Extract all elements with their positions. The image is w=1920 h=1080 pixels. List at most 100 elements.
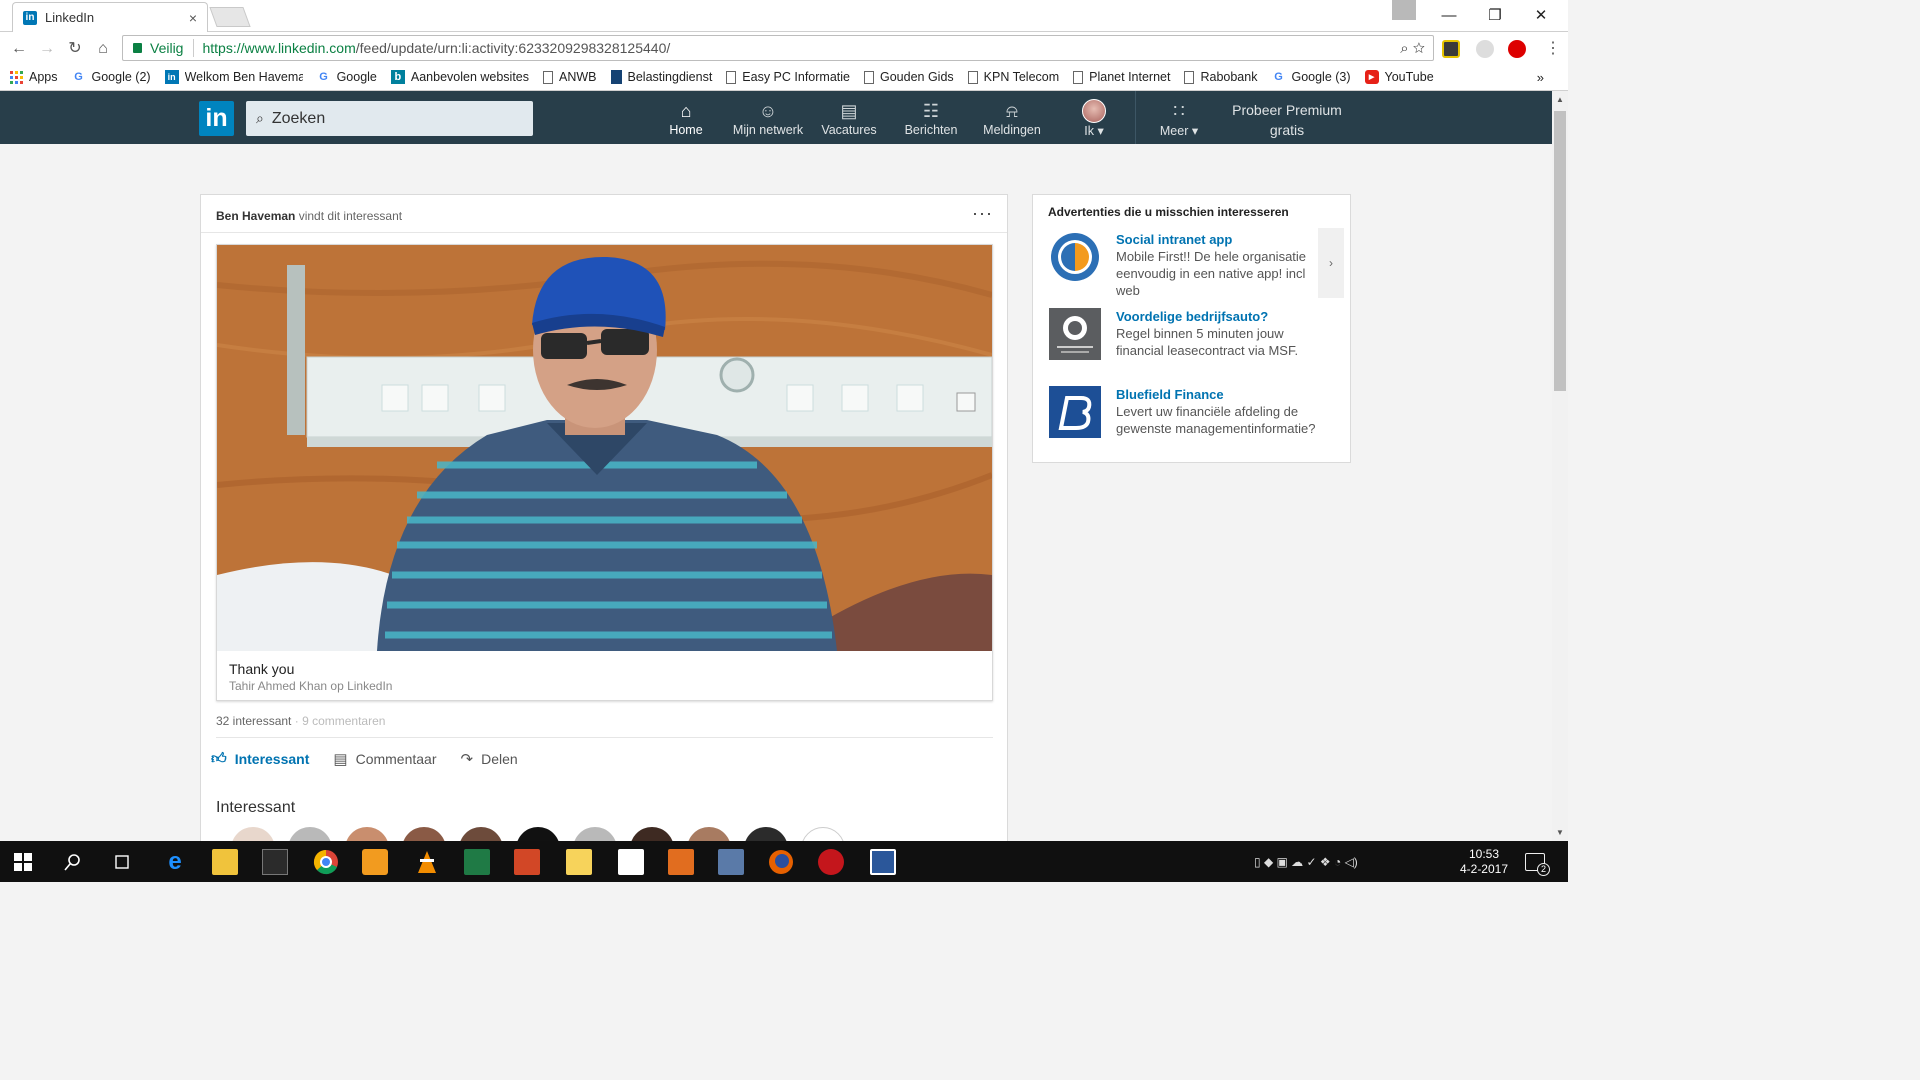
task-view-icon[interactable] (112, 853, 132, 871)
share-arrow-icon: ↷ (460, 751, 474, 768)
bookmark-google-3[interactable]: G Google (3) (1271, 70, 1350, 84)
linkedin-logo[interactable]: in (199, 101, 234, 136)
post-menu-icon[interactable]: ··· (972, 203, 993, 224)
firefox-icon[interactable] (768, 849, 794, 875)
shared-content[interactable]: Thank you Tahir Ahmed Khan op LinkedIn (216, 244, 993, 701)
forward-arrow-icon[interactable]: → (36, 38, 58, 60)
browser-tab[interactable]: in LinkedIn × (12, 2, 208, 32)
extension-check-icon[interactable] (1442, 40, 1460, 58)
vlc-icon[interactable] (414, 849, 440, 875)
scroll-down-icon[interactable]: ▼ (1556, 828, 1564, 837)
home-icon[interactable]: ⌂ (92, 38, 114, 60)
bookmark-youtube[interactable]: ▶ YouTube (1364, 70, 1434, 84)
tray-icons[interactable]: ▯ ◆ ▣ ☁ ✓ ❖ ◔ ◁) (1254, 855, 1358, 869)
store-icon[interactable] (262, 849, 288, 875)
media-player-icon[interactable] (362, 849, 388, 875)
shared-photo[interactable] (217, 245, 992, 651)
notification-count: 2 (1537, 863, 1550, 876)
bookmarks-overflow-button[interactable]: » (1537, 70, 1544, 85)
mail-icon[interactable] (566, 849, 592, 875)
file-explorer-icon[interactable] (212, 849, 238, 875)
chrome-icon[interactable] (313, 849, 339, 875)
zoom-and-bookmark-star-icon[interactable]: ⌕ ☆ (1400, 40, 1425, 57)
ad-headline[interactable]: Voordelige bedrijfsauto? (1116, 308, 1316, 325)
windows-start-icon[interactable] (14, 853, 32, 871)
bookmark-label: Planet Internet (1089, 70, 1171, 84)
search-placeholder: Zoeken (271, 109, 326, 127)
like-button[interactable]: 👍︎ Interessant (211, 750, 309, 768)
dropbox-icon[interactable] (618, 849, 644, 875)
bookmark-belastingdienst[interactable]: Belastingdienst (610, 70, 712, 84)
nav-home[interactable]: ⌂ Home (666, 99, 706, 141)
ad-headline[interactable]: Bluefield Finance (1116, 386, 1316, 403)
tab-close-icon[interactable]: × (189, 10, 197, 26)
bookmark-apps[interactable]: Apps (10, 70, 58, 84)
page-icon (1073, 70, 1084, 84)
search-input[interactable]: ⌕ Zoeken (246, 101, 533, 136)
office-icon[interactable] (668, 849, 694, 875)
nav-notifications[interactable]: ⍾ Meldingen (980, 99, 1044, 141)
share-title[interactable]: Thank you (229, 661, 294, 677)
url-path: /feed/update/urn:li:activity:62332092983… (355, 40, 671, 56)
bookmark-rabobank[interactable]: Rabobank (1184, 70, 1257, 84)
red-splash-app-icon[interactable] (818, 849, 844, 875)
nav-network[interactable]: ☺ Mijn netwerk (728, 99, 808, 141)
page-scrollbar[interactable]: ▲ ▼ (1552, 91, 1568, 841)
word-icon[interactable] (870, 849, 896, 875)
bookmark-anwb[interactable]: ANWB (543, 70, 597, 84)
bookmark-google-2[interactable]: G Google (2) (72, 70, 150, 84)
linkedin-favicon-icon: in (23, 10, 37, 25)
mir-app-icon[interactable] (718, 849, 744, 875)
bookmark-planet-internet[interactable]: Planet Internet (1073, 70, 1170, 84)
nav-more[interactable]: ∷ Meer ▾ (1156, 99, 1202, 141)
scrollbar-thumb[interactable] (1554, 111, 1566, 391)
bookmark-google[interactable]: G Google (317, 70, 377, 84)
ad-body: Levert uw financiële afdeling de gewenst… (1116, 404, 1316, 436)
network-icon: ☺ (758, 101, 778, 121)
close-window-button[interactable]: ✕ (1518, 0, 1564, 30)
extension-red-icon[interactable] (1508, 40, 1526, 58)
linkedin-navbar: in ⌕ Zoeken ⌂ Home ☺ Mijn netwerk ▤ Vaca… (0, 91, 1552, 144)
search-icon[interactable] (64, 853, 82, 871)
extension-gray-icon[interactable] (1476, 40, 1494, 58)
actor-name[interactable]: Ben Haveman (216, 209, 295, 223)
ad-headline[interactable]: Social intranet app (1116, 231, 1316, 248)
chrome-menu-icon[interactable]: ⋮ (1542, 38, 1564, 60)
bookmark-kpn[interactable]: KPN Telecom (967, 70, 1059, 84)
likes-count[interactable]: 32 interessant (216, 714, 291, 728)
bing-icon: b (390, 70, 405, 84)
comment-button[interactable]: ▤ Commentaar (333, 750, 436, 768)
share-button[interactable]: ↷ Delen (461, 750, 518, 768)
minimize-button[interactable]: — (1426, 0, 1472, 30)
back-arrow-icon[interactable]: ← (8, 38, 30, 60)
profile-person-icon[interactable] (1392, 0, 1416, 20)
chevron-right-icon[interactable]: › (1318, 228, 1344, 298)
ad-text: Voordelige bedrijfsauto? Regel binnen 5 … (1116, 308, 1316, 359)
avatar (1082, 99, 1106, 123)
restore-button[interactable]: ❐ (1472, 0, 1518, 30)
windows-taskbar: e ▯ ◆ ▣ ☁ ✓ ❖ ◔ ◁) 10:53 4-2-2017 2 (0, 841, 1568, 882)
excel-icon[interactable] (464, 849, 490, 875)
bookmark-easy-pc[interactable]: Easy PC Informatie (726, 70, 850, 84)
secure-label: Veilig (150, 40, 184, 56)
bookmark-welkom[interactable]: in Welkom Ben Haveman (164, 70, 303, 84)
action-center-icon[interactable]: 2 (1525, 853, 1550, 876)
divider (201, 232, 1007, 233)
address-bar[interactable]: Veilig https://www.linkedin.com /feed/up… (122, 35, 1434, 61)
premium-link[interactable]: Probeer Premium gratis (1222, 100, 1352, 140)
scroll-up-icon[interactable]: ▲ (1556, 95, 1564, 104)
ads-heading: Advertenties die u misschien interessere… (1048, 205, 1289, 219)
reload-icon[interactable]: ↻ (64, 38, 86, 60)
bookmark-gouden-gids[interactable]: Gouden Gids (863, 70, 954, 84)
nav-jobs[interactable]: ▤ Vacatures (818, 99, 880, 141)
bookmark-label: Gouden Gids (879, 70, 954, 84)
powerpoint-icon[interactable] (514, 849, 540, 875)
bookmark-aanbevolen[interactable]: b Aanbevolen websites (390, 70, 529, 84)
comments-count[interactable]: 9 commentaren (302, 714, 385, 728)
actor-action: vindt dit interessant (295, 209, 403, 223)
nav-messages[interactable]: ☷ Berichten (900, 99, 962, 141)
system-clock[interactable]: 10:53 4-2-2017 (1454, 847, 1514, 877)
edge-icon[interactable]: e (162, 849, 188, 875)
nav-me[interactable]: Ik ▾ (1076, 99, 1112, 141)
new-tab-button[interactable] (209, 7, 251, 27)
